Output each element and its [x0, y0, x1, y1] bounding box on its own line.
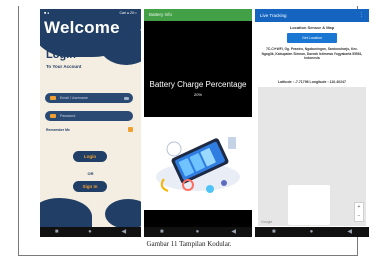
back-icon[interactable]: ◀ — [347, 229, 352, 235]
signin-button[interactable]: Sign In — [73, 181, 107, 192]
status-left: ■ ● — [44, 11, 50, 15]
recents-icon[interactable]: ■ — [55, 229, 59, 235]
map-view[interactable]: + − Google — [258, 87, 366, 226]
email-field[interactable]: Email / Username — [45, 93, 133, 103]
map-overlay-card — [288, 185, 330, 225]
coordinates-text: Latitude : -7.71798 Longitude : 110.4024… — [278, 80, 346, 84]
mail-icon — [50, 96, 56, 100]
system-nav-bar: ■ ● ◀ — [255, 227, 369, 237]
tracking-screen: Live Tracking ⋮ Location Sensor & Map Ge… — [255, 9, 369, 237]
figure-caption: Gambar 11 Tampilan Kodular. — [146, 240, 232, 248]
battery-heading: Battery Charge Percentage — [149, 80, 247, 89]
back-icon[interactable]: ◀ — [231, 229, 236, 235]
app-title: Battery Info — [149, 12, 173, 17]
or-divider: OR — [87, 171, 94, 176]
email-placeholder: Email / Username — [60, 96, 88, 100]
welcome-title: Welcome — [44, 18, 120, 37]
password-placeholder: Password — [60, 114, 76, 118]
zoom-out-button[interactable]: − — [355, 212, 363, 221]
remember-me-checkbox[interactable] — [128, 127, 133, 132]
key-icon — [50, 114, 56, 118]
app-title: Live Tracking — [260, 12, 287, 18]
back-icon[interactable]: ◀ — [122, 229, 127, 235]
status-right: Cari ● 20:○ — [119, 11, 137, 15]
system-nav-bar: ■ ● ◀ — [144, 227, 252, 237]
login-button[interactable]: Login — [73, 151, 107, 162]
home-icon[interactable]: ● — [310, 229, 314, 235]
map-attribution: Google — [261, 220, 273, 224]
login-title: Login — [46, 49, 76, 61]
overflow-menu-icon[interactable]: ⋮ — [359, 12, 364, 18]
login-screen: ■ ● Cari ● 20:○ Welcome Login To Your Ac… — [40, 9, 141, 237]
system-nav-bar: ■ ● ◀ — [40, 227, 141, 237]
get-location-button[interactable]: Get Location — [287, 33, 337, 43]
app-bar: Battery Info — [144, 9, 252, 21]
zoom-controls: + − — [354, 202, 364, 222]
recents-icon[interactable]: ■ — [272, 229, 276, 235]
zoom-in-button[interactable]: + — [355, 203, 363, 212]
battery-illustration-panel — [144, 117, 252, 210]
phone-charging-illustration — [156, 137, 240, 193]
password-field[interactable]: Password — [45, 111, 133, 121]
card-icon — [124, 96, 129, 100]
section-title: Location Sensor & Map — [289, 25, 335, 30]
recents-icon[interactable]: ■ — [160, 229, 164, 235]
home-icon[interactable]: ● — [88, 229, 92, 235]
home-icon[interactable]: ● — [196, 229, 200, 235]
address-text: 7C-Ci+WFI, Gg. Prawiro, Ngabuningan, Sar… — [261, 47, 363, 61]
login-subtitle: To Your Account — [46, 64, 82, 69]
remember-me-label: Remember Me — [46, 128, 70, 132]
status-bar: ■ ● Cari ● 20:○ — [44, 11, 137, 17]
footer-circle-shape — [105, 199, 141, 229]
battery-screen: Battery Info Battery Charge Percentage 2… — [144, 9, 252, 237]
battery-percentage: 20% — [193, 92, 202, 97]
app-bar: Live Tracking ⋮ — [255, 9, 369, 22]
